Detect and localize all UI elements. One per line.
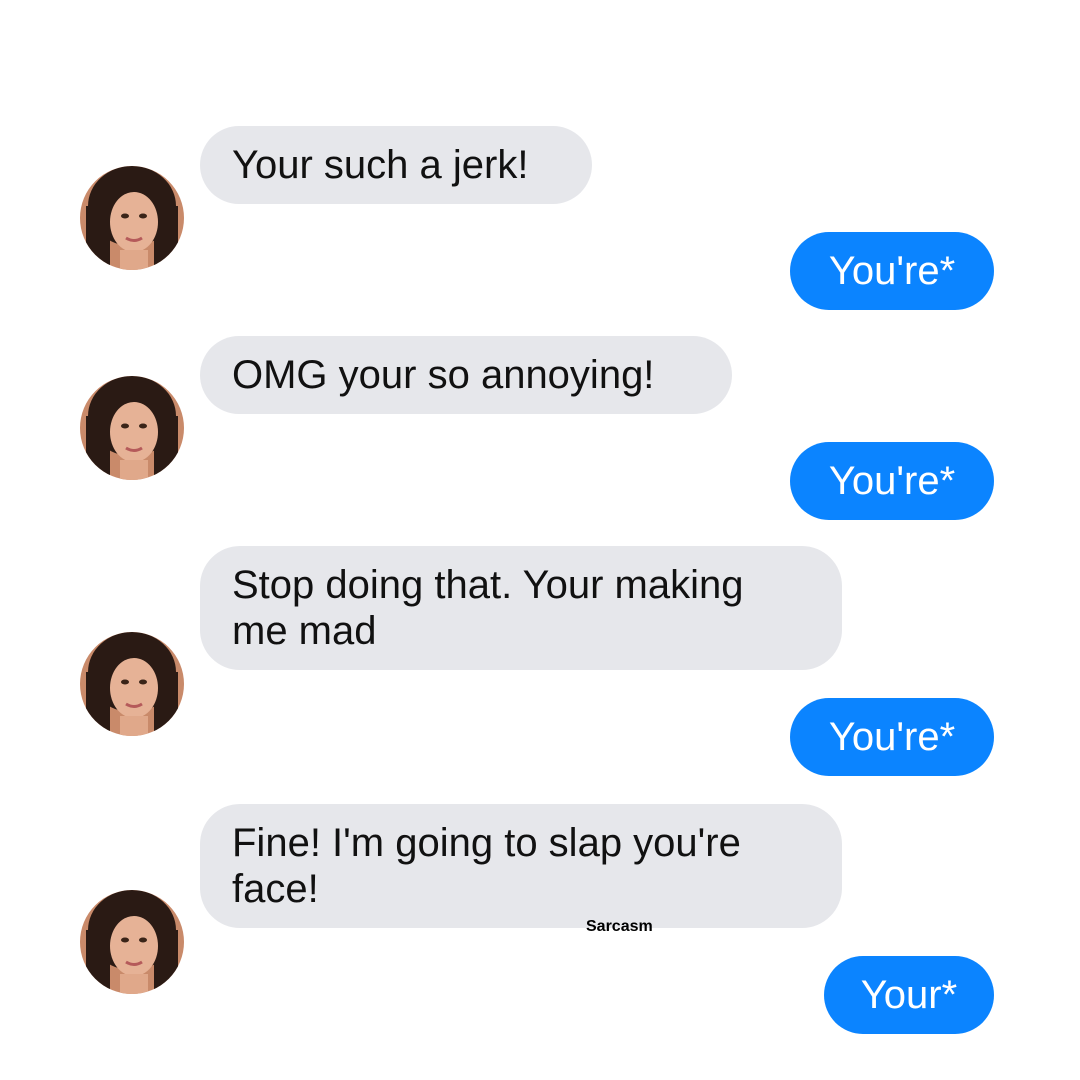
contact-avatar[interactable] [80, 632, 184, 736]
message-text: You're* [828, 715, 956, 759]
message-text: Your* [860, 973, 958, 1017]
outgoing-message[interactable]: You're* [790, 232, 994, 310]
outgoing-message[interactable]: You're* [790, 442, 994, 520]
outgoing-message[interactable]: Your* [824, 956, 994, 1034]
incoming-message[interactable]: Stop doing that. Your making me mad [200, 546, 842, 670]
contact-avatar[interactable] [80, 166, 184, 270]
incoming-message[interactable]: OMG your so annoying! [200, 336, 732, 414]
incoming-message[interactable]: Your such a jerk! [200, 126, 592, 204]
contact-avatar[interactable] [80, 376, 184, 480]
incoming-message[interactable]: Fine! I'm going to slap you're face! [200, 804, 842, 928]
message-text: Stop doing that. Your making me mad [232, 563, 744, 653]
message-text: Your such a jerk! [232, 143, 529, 187]
message-text: Fine! I'm going to slap you're face! [232, 821, 741, 911]
outgoing-message[interactable]: You're* [790, 698, 994, 776]
watermark: Sarcasm [586, 918, 653, 935]
message-text: You're* [828, 249, 956, 293]
message-text: You're* [828, 459, 956, 503]
conversation-view: Your such a jerk! You're* OMG your so an… [0, 0, 1080, 1080]
contact-avatar[interactable] [80, 890, 184, 994]
message-text: OMG your so annoying! [232, 353, 655, 397]
